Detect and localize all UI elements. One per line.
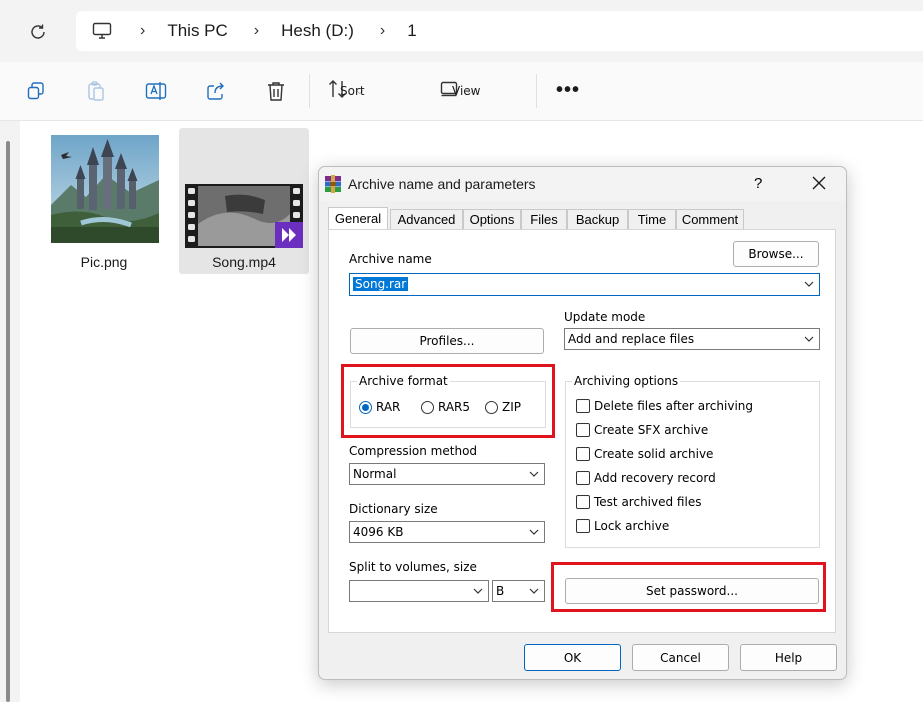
view-label: View [452,84,481,98]
lock-archive-checkbox[interactable]: Lock archive [576,519,669,533]
more-options-button[interactable]: ••• [556,79,580,102]
profiles-button[interactable]: Profiles... [350,328,544,354]
sort-label: Sort [340,84,365,98]
checkbox-icon [576,519,590,533]
share-icon[interactable] [204,79,228,103]
radio-icon [485,400,498,414]
archive-name-label: Archive name [349,252,432,266]
chevron-down-icon [803,333,815,345]
rename-icon[interactable] [144,79,168,103]
command-bar: Sort ⌵ View ⌵ ••• [0,62,923,121]
checkbox-icon [576,447,590,461]
breadcrumb-drive[interactable]: Hesh (D:) [281,21,354,41]
compression-method-value: Normal [353,467,397,481]
update-mode-value: Add and replace files [568,332,695,346]
archive-format-label: Archive format [357,374,450,388]
split-unit-value: B [496,584,505,598]
navigation-pane [0,121,20,702]
test-archived-checkbox[interactable]: Test archived files [576,495,701,509]
toolbar-divider [309,74,310,108]
scrollbar[interactable] [6,141,10,702]
radio-icon [421,400,434,414]
tab-options[interactable]: Options [463,209,521,229]
checkbox-icon [576,495,590,509]
tab-backup[interactable]: Backup [567,209,628,229]
breadcrumb[interactable]: › This PC › Hesh (D:) › 1 [76,11,923,51]
compression-method-select[interactable]: Normal [349,463,545,485]
chevron-right-icon: › [379,22,386,39]
image-thumbnail [51,135,159,243]
archive-dialog: Archive name and parameters ? General Ad… [318,166,847,680]
delete-icon[interactable] [264,79,288,103]
browse-button[interactable]: Browse... [733,241,819,267]
dialog-title: Archive name and parameters [348,176,536,192]
compression-method-label: Compression method [349,444,478,458]
paste-icon[interactable] [84,79,108,103]
radio-selected-icon [359,400,372,414]
format-rar-radio[interactable]: RAR [359,400,400,414]
help-icon[interactable]: ? [754,175,762,192]
chevron-right-icon: › [253,22,260,39]
file-name: Song.mp4 [212,254,276,270]
refresh-icon[interactable] [26,20,50,44]
add-recovery-checkbox[interactable]: Add recovery record [576,471,716,485]
tab-files[interactable]: Files [521,209,567,229]
split-volumes-label: Split to volumes, size [349,560,477,574]
dictionary-size-value: 4096 KB [353,525,404,539]
video-thumbnail [185,184,303,248]
create-sfx-checkbox[interactable]: Create SFX archive [576,423,708,437]
chevron-down-icon [528,468,540,480]
delete-files-checkbox[interactable]: Delete files after archiving [576,399,753,413]
archiving-options-label: Archiving options [572,374,681,388]
archive-name-input[interactable]: Song.rar [349,273,820,296]
create-solid-checkbox[interactable]: Create solid archive [576,447,713,461]
winrar-icon [323,174,343,194]
chevron-down-icon[interactable] [472,585,484,597]
ok-button[interactable]: OK [524,644,621,671]
tab-general[interactable]: General [328,207,388,229]
checkbox-icon [576,471,590,485]
tab-comment[interactable]: Comment [676,209,744,229]
copy-icon[interactable] [24,79,48,103]
breadcrumb-folder[interactable]: 1 [407,21,416,41]
format-rar5-radio[interactable]: RAR5 [421,400,470,414]
set-password-button[interactable]: Set password... [565,578,819,604]
dictionary-size-label: Dictionary size [349,502,438,516]
chevron-down-icon [528,585,540,597]
toolbar-divider [536,74,537,108]
chevron-down-icon [528,526,540,538]
dialog-title-bar[interactable]: Archive name and parameters ? [319,167,846,201]
split-unit-select[interactable]: B [492,580,545,602]
checkbox-icon [576,399,590,413]
tab-time[interactable]: Time [628,209,676,229]
sort-button[interactable]: Sort ⌵ [328,79,365,103]
format-zip-radio[interactable]: ZIP [485,400,521,414]
breadcrumb-this-pc[interactable]: This PC [167,21,227,41]
chevron-down-icon[interactable] [803,278,815,290]
cancel-button[interactable]: Cancel [632,644,729,671]
view-button[interactable]: View ⌵ [440,79,480,103]
close-icon[interactable] [809,173,829,193]
update-mode-select[interactable]: Add and replace files [564,328,820,350]
chevron-right-icon: › [140,22,146,39]
dictionary-size-select[interactable]: 4096 KB [349,521,545,543]
help-button[interactable]: Help [740,644,837,671]
address-bar: › This PC › Hesh (D:) › 1 [0,0,923,62]
split-volumes-input[interactable] [349,580,489,602]
general-panel: Archive name Browse... Song.rar Profiles… [328,229,836,633]
file-name: Pic.png [80,254,128,270]
computer-icon [92,20,114,42]
checkbox-icon [576,423,590,437]
archive-name-value: Song.rar [353,277,409,291]
tab-advanced[interactable]: Advanced [390,209,463,229]
update-mode-label: Update mode [564,310,646,324]
